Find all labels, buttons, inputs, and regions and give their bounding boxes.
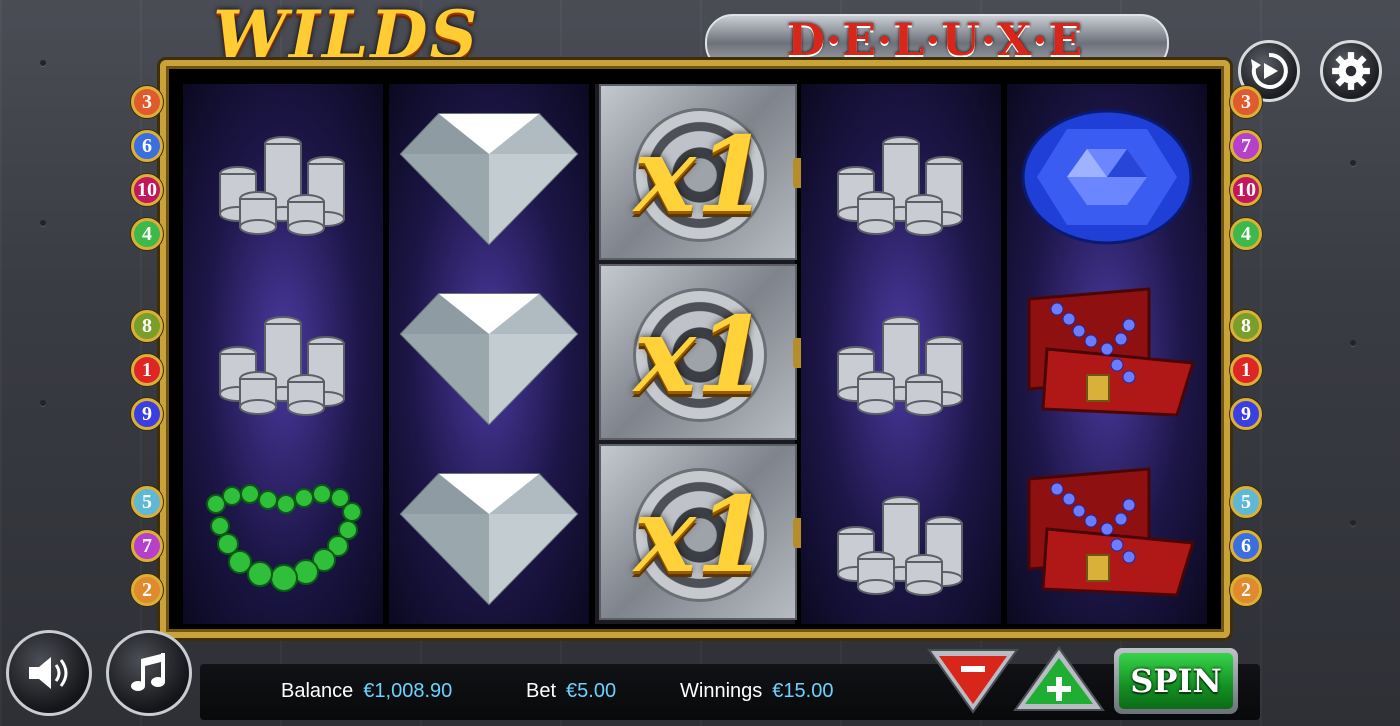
symbol-vault-wild: x1 <box>599 84 809 260</box>
payline-badge-right[interactable]: 10 <box>1230 174 1262 206</box>
sound-button[interactable] <box>6 630 92 716</box>
reel-grid: x1 x1 x1 <box>183 84 1215 624</box>
music-button[interactable] <box>106 630 192 716</box>
payline-badge-right[interactable]: 2 <box>1230 574 1262 606</box>
rivet <box>40 400 46 406</box>
reel-1 <box>183 84 383 624</box>
payline-badge-left[interactable]: 5 <box>131 486 163 518</box>
payline-badge-right[interactable]: 8 <box>1230 310 1262 342</box>
rivet <box>1350 340 1356 346</box>
payline-badge-left[interactable]: 7 <box>131 530 163 562</box>
payline-badge-right[interactable]: 3 <box>1230 86 1262 118</box>
symbol-treasure-chest <box>1007 264 1207 444</box>
rivet <box>1350 160 1356 166</box>
autoplay-icon <box>1251 52 1288 89</box>
wild-multiplier: x1 <box>633 113 769 236</box>
payline-badge-left[interactable]: 8 <box>131 310 163 342</box>
spin-button[interactable]: SPIN <box>1114 648 1238 714</box>
payline-badge-right[interactable]: 6 <box>1230 530 1262 562</box>
wild-multiplier: x1 <box>633 293 769 416</box>
symbol-silver-coins <box>183 264 383 444</box>
rivet <box>40 220 46 226</box>
reel-3: x1 x1 x1 <box>595 84 809 624</box>
decrease-bet-button[interactable] <box>927 646 1019 714</box>
reel-4 <box>801 84 1001 624</box>
gear-icon <box>1332 52 1370 90</box>
symbol-vault-wild: x1 <box>599 444 809 620</box>
payline-badge-right[interactable]: 5 <box>1230 486 1262 518</box>
symbol-silver-coins <box>801 444 1001 624</box>
payline-badge-right[interactable]: 1 <box>1230 354 1262 386</box>
reel-5 <box>1007 84 1207 624</box>
symbol-silver-coins <box>801 264 1001 444</box>
payline-badge-left[interactable]: 3 <box>131 86 163 118</box>
rivet <box>1350 520 1356 526</box>
rivet <box>40 60 46 66</box>
reel-2 <box>389 84 589 624</box>
payline-badge-left[interactable]: 1 <box>131 354 163 386</box>
increase-bet-button[interactable] <box>1013 646 1105 714</box>
payline-badge-left[interactable]: 6 <box>131 130 163 162</box>
payline-badge-left[interactable]: 2 <box>131 574 163 606</box>
symbol-silver-coins <box>801 84 1001 264</box>
payline-badge-left[interactable]: 4 <box>131 218 163 250</box>
winnings-value: €15.00 <box>772 680 834 702</box>
symbol-blue-sapphire <box>1007 84 1207 264</box>
symbol-green-pearl-necklace <box>183 444 383 624</box>
payline-badge-left[interactable]: 10 <box>131 174 163 206</box>
settings-button[interactable] <box>1320 40 1382 102</box>
payline-badge-right[interactable]: 4 <box>1230 218 1262 250</box>
bet-display: Bet €5.00 <box>526 680 616 703</box>
symbol-silver-coins <box>183 84 383 264</box>
balance-display: Balance €1,008.90 <box>281 680 452 703</box>
symbol-diamond <box>389 84 589 264</box>
speaker-icon <box>29 657 68 689</box>
symbol-diamond <box>389 264 589 444</box>
payline-badge-left[interactable]: 9 <box>131 398 163 430</box>
payline-badge-right[interactable]: 7 <box>1230 130 1262 162</box>
balance-value: €1,008.90 <box>363 680 453 702</box>
balance-label: Balance <box>281 680 354 702</box>
winnings-display: Winnings €15.00 <box>680 680 833 703</box>
wild-multiplier: x1 <box>633 473 769 596</box>
symbol-diamond <box>389 444 589 624</box>
spin-label: SPIN <box>1119 653 1233 709</box>
symbol-vault-wild: x1 <box>599 264 809 440</box>
music-note-icon <box>131 653 165 691</box>
bet-label: Bet <box>526 680 557 702</box>
payline-badge-right[interactable]: 9 <box>1230 398 1262 430</box>
minus-icon <box>961 666 985 672</box>
bet-value: €5.00 <box>566 680 617 702</box>
symbol-treasure-chest <box>1007 444 1207 624</box>
winnings-label: Winnings <box>680 680 763 702</box>
